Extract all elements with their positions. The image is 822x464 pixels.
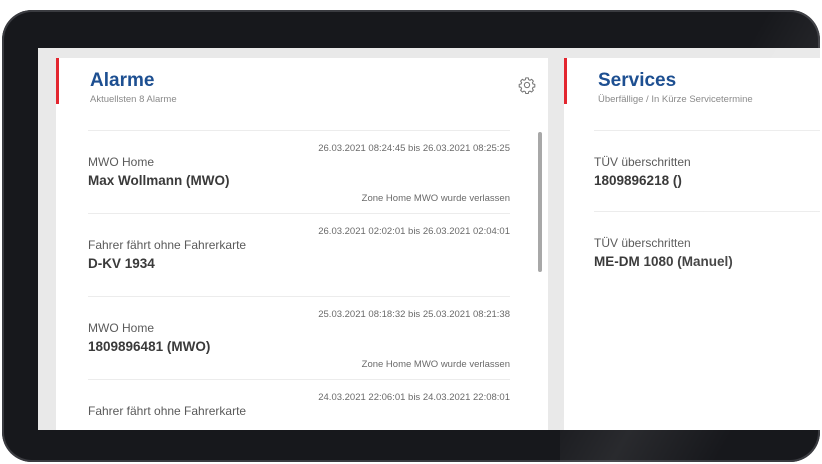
services-header: Services Überfällige / In Kürze Servicet… [598,70,753,105]
alarm-time-range: 25.03.2021 08:18:32 bis 25.03.2021 08:21… [318,309,510,320]
alarm-subject: Max Wollmann (MWO) [88,173,230,188]
alarm-time-range: 26.03.2021 02:02:01 bis 26.03.2021 02:04… [318,226,510,237]
alarm-time-range: 26.03.2021 08:24:45 bis 26.03.2021 08:25… [318,143,510,154]
alarms-subtitle: Aktuellsten 8 Alarme [90,94,177,105]
alarm-time-range: 24.03.2021 22:06:01 bis 24.03.2021 22:08… [318,392,510,403]
services-list: TÜV überschritten 1809896218 () TÜV über… [594,130,820,292]
alarm-row[interactable]: Fahrer fährt ohne Fahrerkarte D-KV 1934 … [88,213,510,296]
alarm-type: MWO Home [88,155,154,169]
alarm-subject: D-KV 1934 [88,256,155,271]
services-panel: Services Überfällige / In Kürze Servicet… [564,58,820,430]
alarm-row[interactable]: Fahrer fährt ohne Fahrerkarte 24.03.2021… [88,379,510,430]
alarms-panel: Alarme Aktuellsten 8 Alarme MWO Home Max… [56,58,548,430]
alarms-title: Alarme [90,70,155,91]
services-title: Services [598,70,677,91]
alarm-note: Zone Home MWO wurde verlassen [361,359,510,370]
alarm-row[interactable]: MWO Home Max Wollmann (MWO) 26.03.2021 0… [88,130,510,213]
service-row[interactable]: TÜV überschritten 1809896218 () [594,130,820,211]
alarms-scrollbar[interactable] [538,132,542,272]
alarm-type: Fahrer fährt ohne Fahrerkarte [88,404,247,418]
alarms-list: MWO Home Max Wollmann (MWO) 26.03.2021 0… [88,130,510,430]
services-accent-bar [564,58,567,104]
alarm-note: Zone Home MWO wurde verlassen [361,193,510,204]
service-type: TÜV überschritten [594,155,691,169]
alarm-subject: 1809896481 (MWO) [88,339,211,354]
tablet-frame: Alarme Aktuellsten 8 Alarme MWO Home Max… [2,10,820,462]
service-type: TÜV überschritten [594,236,691,250]
dashboard-screen: Alarme Aktuellsten 8 Alarme MWO Home Max… [38,48,820,430]
services-subtitle: Überfällige / In Kürze Servicetermine [598,94,753,105]
alarms-accent-bar [56,58,59,104]
alarm-type: MWO Home [88,321,154,335]
gear-icon[interactable] [518,76,536,94]
service-vehicle: ME-DM 1080 (Manuel) [594,254,733,269]
alarm-row[interactable]: MWO Home 1809896481 (MWO) 25.03.2021 08:… [88,296,510,379]
alarms-header: Alarme Aktuellsten 8 Alarme [90,70,177,105]
service-vehicle: 1809896218 () [594,173,682,188]
alarm-type: Fahrer fährt ohne Fahrerkarte [88,238,247,252]
service-row[interactable]: TÜV überschritten ME-DM 1080 (Manuel) [594,211,820,292]
